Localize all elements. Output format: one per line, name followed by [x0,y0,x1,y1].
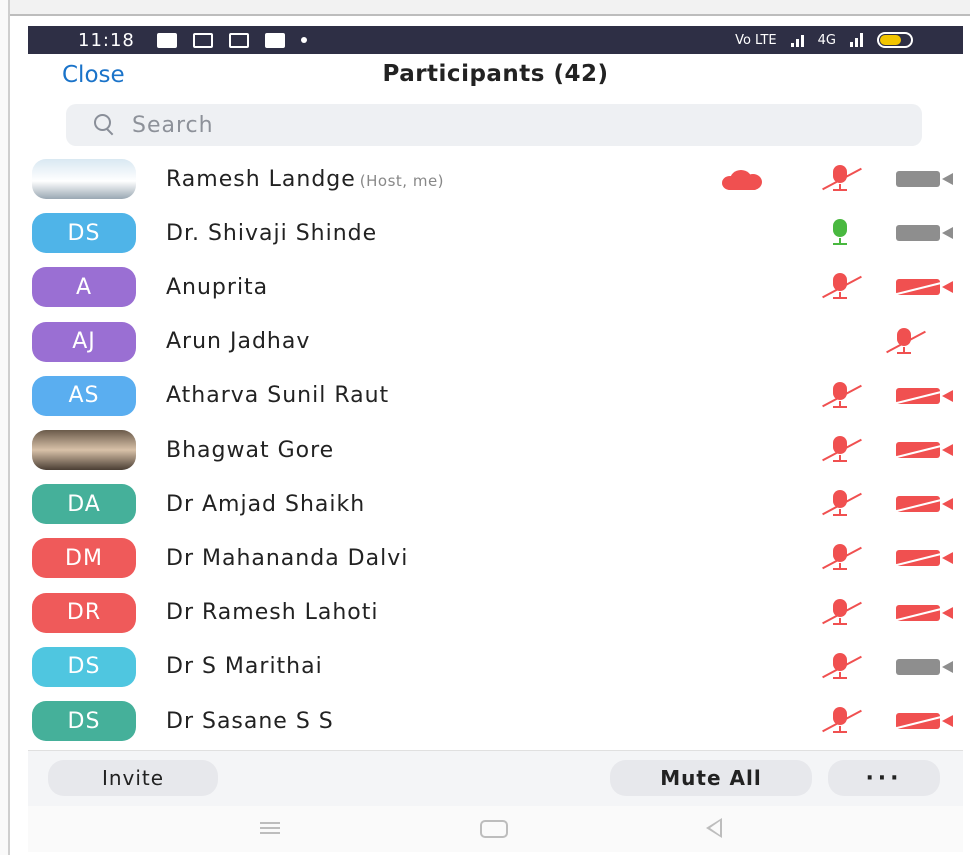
participant-name: Dr Amjad Shaikh [166,492,365,517]
participant-name: Arun Jadhav [166,329,310,354]
cloud-recording-icon [722,168,762,190]
microphone-muted-icon[interactable] [820,164,862,194]
mobile-data-text: 4G [817,32,836,48]
app-frame: 11:18 Vo LTE 4G Participants (42) Close … [0,0,970,855]
recent-apps-icon[interactable] [260,822,280,834]
notification-icons [156,32,307,48]
search-icon [94,114,116,136]
battery-level [880,35,901,45]
battery-icon [877,32,913,48]
message-notification-icon [156,32,177,48]
microphone-muted-icon[interactable] [820,652,862,682]
avatar-initials: DA [32,484,136,525]
avatar-initials: DS [32,646,136,687]
participant-name-text: Ramesh Landge [166,166,356,192]
system-navigation-bar [28,806,963,852]
signal-strength-2-icon [850,33,863,47]
avatar-photo [32,159,136,199]
participant-row[interactable]: A Anuprita [28,260,963,314]
search-input[interactable] [132,112,832,138]
microphone-muted-icon[interactable] [820,381,862,411]
avatar-initials: DS [32,701,136,741]
participant-name: Anuprita [166,275,268,300]
video-off-icon[interactable] [894,387,956,405]
participant-name: Dr S Marithai [166,654,323,679]
avatar-initials: AS [32,375,136,416]
avatar-initials: DR [32,592,136,633]
video-off-icon[interactable] [894,495,956,513]
participant-name-text: Atharva Sunil Raut [166,383,390,409]
participant-role: (Host, me) [359,171,445,190]
video-on-icon[interactable] [896,171,954,187]
video-on-icon[interactable] [896,225,954,242]
participant-row[interactable]: AJ Arun Jadhav [28,315,963,369]
status-bar: 11:18 Vo LTE 4G [28,26,963,54]
participant-name: Ramesh Landge (Host, me) [166,167,444,192]
participant-name: Atharva Sunil Raut [166,383,389,408]
microphone-muted-icon[interactable] [820,706,862,736]
participant-name-text: Arun Jadhav [166,329,311,355]
avatar-initials: DM [32,538,136,579]
microphone-muted-icon[interactable] [820,489,862,519]
status-indicators: Vo LTE 4G [735,32,913,48]
video-off-icon[interactable] [894,604,956,622]
invite-button[interactable]: Invite [48,760,218,796]
header: Participants (42) Close [28,54,963,98]
bottom-action-bar: Invite Mute All ··· [28,750,963,806]
participant-name: Dr Sasane S S [166,709,334,734]
gmail-notification-icon [228,32,249,48]
back-icon[interactable] [706,818,722,838]
app-notification-icon [192,32,213,48]
participant-name: Dr. Shivaji Shinde [166,221,377,246]
video-off-icon[interactable] [894,278,956,296]
participant-name: Dr Mahananda Dalvi [166,546,408,571]
participant-name-text: Dr Ramesh Lahoti [166,600,379,626]
video-off-icon[interactable] [894,441,956,459]
avatar-photo [32,430,136,470]
avatar-initials: DS [32,213,136,254]
participant-name: Bhagwat Gore [166,438,334,463]
participant-row[interactable]: AS Atharva Sunil Raut [28,369,963,423]
signal-strength-icon [790,33,804,47]
participant-name-text: Dr Amjad Shaikh [166,491,366,517]
video-on-icon[interactable] [896,658,954,675]
participant-row[interactable]: Bhagwat Gore [28,423,963,477]
home-icon[interactable] [480,820,508,838]
participant-name: Dr Ramesh Lahoti [166,600,379,625]
close-button[interactable]: Close [62,62,125,88]
microphone-on-icon[interactable] [820,218,860,248]
participant-row[interactable]: DR Dr Ramesh Lahoti [28,586,963,640]
window-border-top [0,0,970,16]
microphone-muted-icon[interactable] [884,327,926,357]
status-time: 11:18 [78,29,135,51]
microphone-muted-icon[interactable] [820,435,862,465]
participant-row[interactable]: DS Dr. Shivaji Shinde [28,206,963,260]
network-type-text: Vo LTE [735,32,777,48]
avatar-initials: A [32,267,136,308]
microphone-muted-icon[interactable] [820,543,862,573]
participant-row[interactable]: DS Dr S Marithai [28,640,963,694]
participant-row[interactable]: DA Dr Amjad Shaikh [28,477,963,531]
facebook-notification-icon [264,32,285,48]
participant-name-text: Anuprita [166,274,269,300]
video-off-icon[interactable] [894,712,956,730]
video-off-icon[interactable] [894,549,956,567]
search-bar[interactable] [66,104,922,146]
window-border-left [0,0,10,855]
microphone-muted-icon[interactable] [820,272,862,302]
microphone-muted-icon[interactable] [820,598,862,628]
more-options-button[interactable]: ··· [828,760,940,796]
participant-name-text: Dr Mahananda Dalvi [166,545,409,571]
participant-row[interactable]: Ramesh Landge (Host, me) [28,152,963,206]
more-notifications-dot-icon [300,37,307,43]
participant-name-text: Dr Sasane S S [166,708,334,734]
participant-row[interactable]: DS Dr Sasane S S [28,694,963,748]
participant-row[interactable]: DM Dr Mahananda Dalvi [28,531,963,585]
participant-name-text: Dr S Marithai [166,654,323,680]
page-title: Participants (42) [382,61,609,87]
participant-name-text: Bhagwat Gore [166,437,335,463]
avatar-initials: AJ [32,321,136,362]
mute-all-button[interactable]: Mute All [610,760,812,796]
participant-name-text: Dr. Shivaji Shinde [166,220,378,246]
